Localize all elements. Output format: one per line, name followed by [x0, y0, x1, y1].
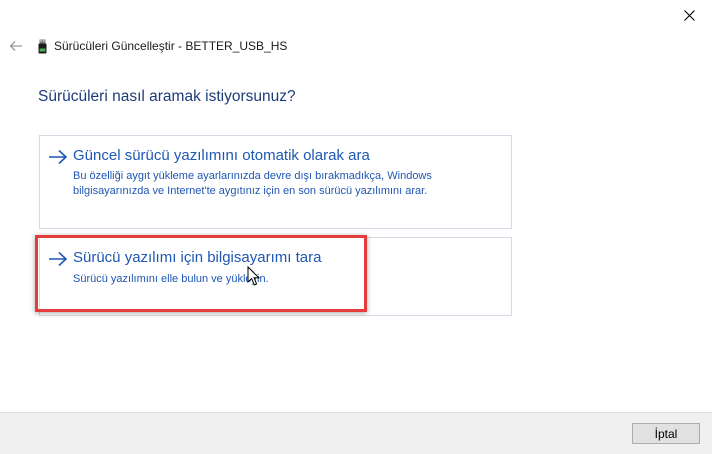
auto-search-option-description: Bu özelliği aygıt yükleme ayarlarınızda … [73, 170, 432, 197]
close-button[interactable] [666, 0, 712, 30]
arrow-right-icon [49, 149, 68, 165]
close-icon [683, 9, 695, 21]
cancel-button[interactable]: İptal [632, 423, 700, 444]
window-title: Sürücüleri Güncelleştir - BETTER_USB_HS [54, 39, 288, 53]
window-title-bar: Sürücüleri Güncelleştir - BETTER_USB_HS [38, 37, 287, 55]
arrow-right-icon [49, 251, 68, 267]
browse-computer-option-title: Sürücü yazılımı için bilgisayarımı tara [73, 249, 322, 266]
dialog-footer: İptal [0, 412, 712, 454]
back-arrow-icon [9, 41, 22, 51]
back-button[interactable] [6, 36, 26, 56]
auto-search-option-title: Güncel sürücü yazılımını otomatik olarak… [73, 147, 370, 164]
auto-search-option[interactable]: Güncel sürücü yazılımını otomatik olarak… [39, 135, 512, 229]
usb-device-icon [38, 39, 47, 53]
page-heading: Sürücüleri nasıl aramak istiyorsunuz? [38, 88, 296, 105]
browse-computer-option-description: Sürücü yazılımını elle bulun ve yükleyin… [73, 273, 269, 285]
browse-computer-option[interactable]: Sürücü yazılımı için bilgisayarımı tara … [39, 237, 512, 316]
